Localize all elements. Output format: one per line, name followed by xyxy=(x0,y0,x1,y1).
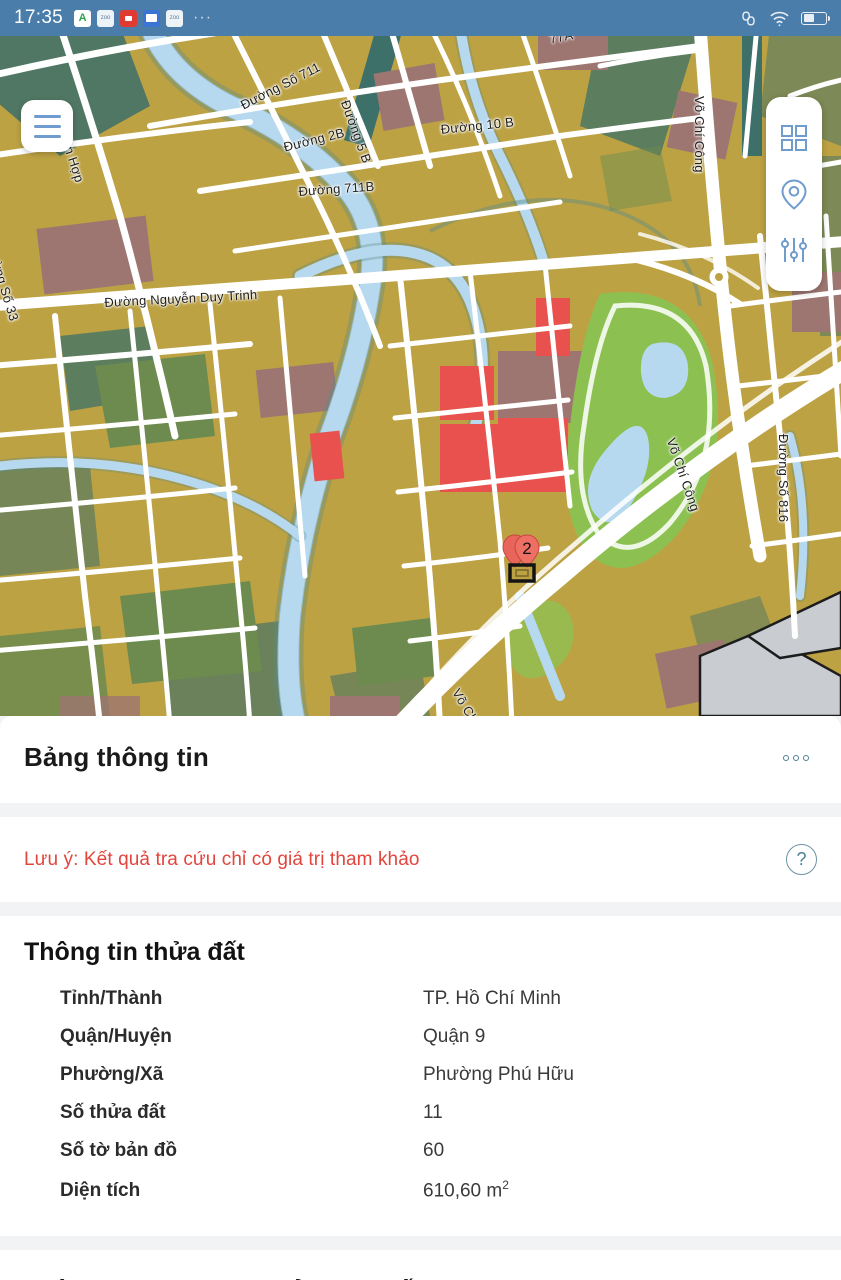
locate-button[interactable] xyxy=(766,166,822,222)
table-row: Quận/Huyện Quận 9 xyxy=(24,1018,817,1056)
table-row: Số tờ bản đồ 60 xyxy=(24,1132,817,1170)
map-controls[interactable] xyxy=(766,97,822,291)
table-row: Tỉnh/Thành TP. Hồ Chí Minh xyxy=(24,980,817,1018)
battery-icon xyxy=(801,11,830,25)
section-title-land: Thông tin thửa đất xyxy=(24,938,245,966)
panel-divider-2 xyxy=(0,902,841,916)
row-value: TP. Hồ Chí Minh xyxy=(423,988,561,1009)
row-label: Tỉnh/Thành xyxy=(60,988,163,1009)
parcel-marker[interactable]: 2 xyxy=(502,533,546,591)
blue-app-icon xyxy=(143,9,161,27)
filter-sliders-icon xyxy=(781,238,807,262)
hamburger-icon-line xyxy=(33,134,61,138)
status-clock: 17:35 xyxy=(14,7,64,28)
row-value-area: 610,60 m2 xyxy=(423,1178,509,1202)
layers-button[interactable] xyxy=(766,110,822,166)
hamburger-icon-line xyxy=(33,114,61,118)
map-view[interactable]: Dn Xuân Hợp Đường Số 711 Đường 2B Đường … xyxy=(0,36,841,716)
row-value: Quận 9 xyxy=(423,1026,486,1047)
panel-header: Bảng thông tin xyxy=(0,716,841,803)
zoo-app-icon: zoo xyxy=(97,9,115,27)
help-button[interactable]: ? xyxy=(786,844,817,875)
status-right-icons xyxy=(739,9,830,28)
table-row: Diện tích 610,60 m2 xyxy=(24,1170,817,1210)
row-value: Phường Phú Hữu xyxy=(423,1064,574,1085)
panel-divider-3 xyxy=(0,1236,841,1251)
table-row: Số thửa đất 11 xyxy=(24,1094,817,1132)
menu-button[interactable] xyxy=(21,100,73,152)
row-label: Phường/Xã xyxy=(60,1064,164,1085)
planning-info-section: Thông tin quy hoạch sử dụng đất xyxy=(0,1250,841,1280)
notice-row: Lưu ý: Kết quả tra cứu chỉ có giá trị th… xyxy=(0,817,841,902)
mute-icon xyxy=(739,9,758,28)
status-bar: 17:35 A zoo zoo ··· xyxy=(0,0,841,36)
map-pin-icon[interactable]: 2 xyxy=(502,533,546,591)
location-pin-icon xyxy=(781,178,807,210)
zoo-app-icon-2: zoo xyxy=(166,9,184,27)
info-panel[interactable]: Bảng thông tin Lưu ý: Kết quả tra cứu ch… xyxy=(0,716,841,1280)
notice-text: Lưu ý: Kết quả tra cứu chỉ có giá trị th… xyxy=(24,848,420,870)
panel-divider xyxy=(0,803,841,817)
row-label: Số tờ bản đồ xyxy=(60,1140,177,1161)
page-title: Bảng thông tin xyxy=(24,742,209,772)
table-row: Phường/Xã Phường Phú Hữu xyxy=(24,1056,817,1094)
area-unit-exponent: 2 xyxy=(502,1178,509,1192)
row-label: Diện tích xyxy=(60,1180,141,1202)
row-label: Số thửa đất xyxy=(60,1102,166,1123)
map-canvas xyxy=(0,36,841,716)
hamburger-icon-line xyxy=(33,124,61,128)
kebab-dot-icon xyxy=(793,754,799,761)
row-label: Quận/Huyện xyxy=(60,1026,172,1047)
row-value: 11 xyxy=(423,1102,443,1123)
section-title-planning: Thông tin quy hoạch sử dụng đất xyxy=(24,1276,817,1280)
row-value: 60 xyxy=(423,1140,445,1161)
green-app-icon: A xyxy=(74,9,92,27)
wifi-icon xyxy=(769,10,790,27)
filter-button[interactable] xyxy=(766,222,822,278)
kebab-dot-icon xyxy=(803,754,809,761)
kebab-dot-icon xyxy=(783,754,789,761)
more-options-button[interactable] xyxy=(775,747,817,769)
status-app-icons: A zoo zoo ··· xyxy=(74,9,213,27)
area-number: 610,60 m xyxy=(423,1180,503,1202)
layers-grid-icon xyxy=(781,125,807,151)
land-info-section: Thông tin thửa đất Tỉnh/Thành TP. Hồ Chí… xyxy=(0,916,841,1237)
youtube-icon xyxy=(120,9,138,27)
status-overflow-icon: ··· xyxy=(193,9,213,26)
marker-count-label: 2 xyxy=(522,539,531,558)
